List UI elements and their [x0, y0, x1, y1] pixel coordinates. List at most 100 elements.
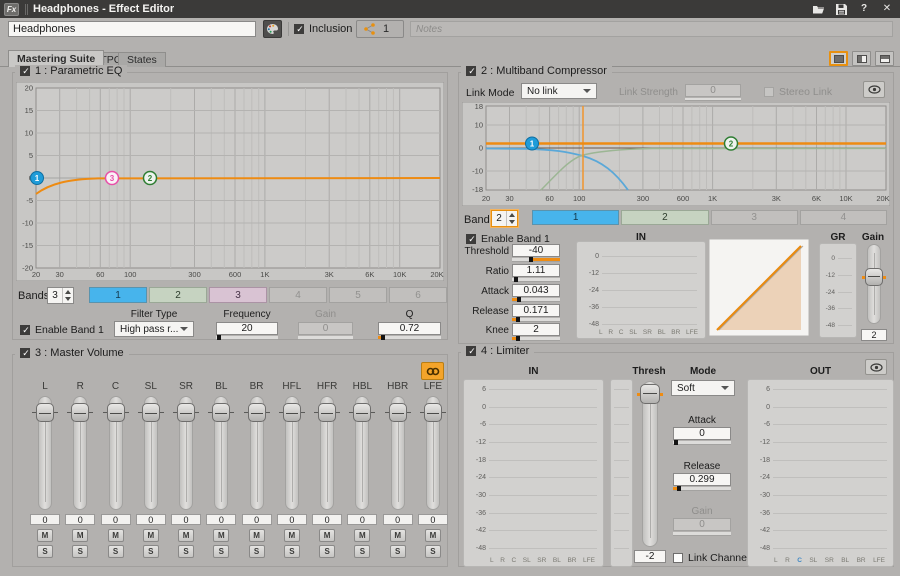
channel-volume-fader[interactable]: [385, 396, 411, 510]
limiter-enable-checkbox[interactable]: [466, 346, 476, 356]
mute-button[interactable]: M: [108, 529, 124, 542]
solo-button[interactable]: S: [284, 545, 300, 558]
eq-band-3-marker[interactable]: 3: [106, 172, 119, 185]
title-bar[interactable]: Fx Headphones - Effect Editor ? ✕: [0, 0, 900, 18]
mute-button[interactable]: M: [249, 529, 265, 542]
solo-button[interactable]: S: [108, 545, 124, 558]
eq-frequency-slider[interactable]: [216, 336, 278, 340]
mute-button[interactable]: M: [390, 529, 406, 542]
layout-split-vertical-button[interactable]: [852, 51, 871, 66]
eq-graph[interactable]: 20 15 10 5 0 -5 -10 -15 -20 20 30 60 100…: [16, 82, 444, 281]
solo-button[interactable]: S: [178, 545, 194, 558]
limiter-threshold-fader[interactable]: [637, 380, 663, 548]
mbc-attack-field[interactable]: 0.043: [512, 284, 560, 297]
link-channels-checkbox[interactable]: [673, 553, 683, 563]
solo-button[interactable]: S: [319, 545, 335, 558]
eq-band-button[interactable]: 2: [149, 287, 207, 303]
limiter-mode-dropdown[interactable]: Soft: [671, 380, 735, 396]
channel-volume-value[interactable]: 0: [242, 514, 272, 525]
close-icon[interactable]: ✕: [880, 3, 894, 15]
help-icon[interactable]: ?: [857, 3, 871, 15]
fader-handle[interactable]: [177, 403, 195, 422]
eq-band-button[interactable]: 5: [329, 287, 387, 303]
channel-volume-value[interactable]: 0: [347, 514, 377, 525]
channel-volume-value[interactable]: 0: [136, 514, 166, 525]
fader-handle[interactable]: [283, 403, 301, 422]
limiter-meter-visibility-button[interactable]: [865, 359, 887, 375]
eq-band-button[interactable]: 3: [209, 287, 267, 303]
fader-handle[interactable]: [353, 403, 371, 422]
mbc-band-button[interactable]: 1: [532, 210, 619, 225]
mbc-gain-value[interactable]: 2: [861, 329, 887, 341]
solo-button[interactable]: S: [249, 545, 265, 558]
eq-q-slider[interactable]: [378, 336, 441, 340]
mbc-threshold-field[interactable]: -40: [512, 244, 560, 257]
channel-volume-fader[interactable]: [314, 396, 340, 510]
fader-handle[interactable]: [142, 403, 160, 422]
mbc-knee-slider[interactable]: [512, 337, 560, 341]
mute-button[interactable]: M: [72, 529, 88, 542]
parametric-eq-enable-checkbox[interactable]: [20, 66, 30, 76]
eq-band-button[interactable]: 1: [89, 287, 147, 303]
mute-button[interactable]: M: [37, 529, 53, 542]
channel-volume-fader[interactable]: [279, 396, 305, 510]
mbc-threshold-slider[interactable]: [512, 258, 560, 262]
channel-volume-fader[interactable]: [349, 396, 375, 510]
eq-bands-spinner[interactable]: 3: [47, 287, 74, 304]
channel-volume-fader[interactable]: [103, 396, 129, 510]
channel-volume-fader[interactable]: [173, 396, 199, 510]
limiter-threshold-value[interactable]: -2: [634, 550, 666, 563]
inclusion-checkbox[interactable]: [294, 24, 304, 34]
channel-link-button[interactable]: [421, 362, 444, 380]
mbc-band-1-marker[interactable]: 1: [526, 137, 539, 150]
solo-button[interactable]: S: [425, 545, 441, 558]
channel-volume-value[interactable]: 0: [101, 514, 131, 525]
mute-button[interactable]: M: [354, 529, 370, 542]
channel-volume-fader[interactable]: [420, 396, 446, 510]
mute-button[interactable]: M: [143, 529, 159, 542]
mute-button[interactable]: M: [213, 529, 229, 542]
channel-volume-value[interactable]: 0: [206, 514, 236, 525]
mbc-band-button[interactable]: 2: [621, 210, 708, 225]
fader-handle[interactable]: [36, 403, 54, 422]
open-folder-icon[interactable]: [811, 3, 825, 15]
layout-split-horizontal-button[interactable]: [875, 51, 894, 66]
channel-volume-fader[interactable]: [67, 396, 93, 510]
channel-volume-value[interactable]: 0: [30, 514, 60, 525]
mbc-meter-visibility-button[interactable]: [863, 81, 885, 98]
fader-handle[interactable]: [248, 403, 266, 422]
fader-handle[interactable]: [424, 403, 442, 422]
object-name-input[interactable]: [8, 21, 256, 37]
mbc-attack-slider[interactable]: [512, 298, 560, 302]
eq-band-button[interactable]: 4: [269, 287, 327, 303]
master-volume-enable-checkbox[interactable]: [20, 348, 30, 358]
layout-single-button[interactable]: [829, 51, 848, 66]
save-icon[interactable]: [834, 3, 848, 15]
fader-handle[interactable]: [865, 268, 883, 286]
mbc-release-slider[interactable]: [512, 318, 560, 322]
mute-button[interactable]: M: [178, 529, 194, 542]
eq-band-2-marker[interactable]: 2: [144, 172, 157, 185]
eq-band-button[interactable]: 6: [389, 287, 447, 303]
link-mode-dropdown[interactable]: No link: [521, 83, 597, 99]
fader-handle[interactable]: [389, 403, 407, 422]
mute-button[interactable]: M: [284, 529, 300, 542]
channel-volume-fader[interactable]: [32, 396, 58, 510]
solo-button[interactable]: S: [390, 545, 406, 558]
channel-volume-value[interactable]: 0: [418, 514, 448, 525]
channel-volume-fader[interactable]: [208, 396, 234, 510]
solo-button[interactable]: S: [37, 545, 53, 558]
solo-button[interactable]: S: [354, 545, 370, 558]
channel-volume-value[interactable]: 0: [277, 514, 307, 525]
sharesets-button[interactable]: 1: [356, 20, 404, 38]
solo-button[interactable]: S: [72, 545, 88, 558]
mbc-band-button[interactable]: 3: [711, 210, 798, 225]
notes-input[interactable]: [410, 21, 893, 37]
mbc-band-2-marker[interactable]: 2: [725, 137, 738, 150]
mbc-ratio-field[interactable]: 1.11: [512, 264, 560, 277]
mute-button[interactable]: M: [319, 529, 335, 542]
mbc-gain-fader[interactable]: [862, 243, 886, 327]
mute-button[interactable]: M: [425, 529, 441, 542]
limiter-attack-field[interactable]: 0: [673, 427, 731, 440]
limiter-attack-slider[interactable]: [673, 441, 731, 445]
